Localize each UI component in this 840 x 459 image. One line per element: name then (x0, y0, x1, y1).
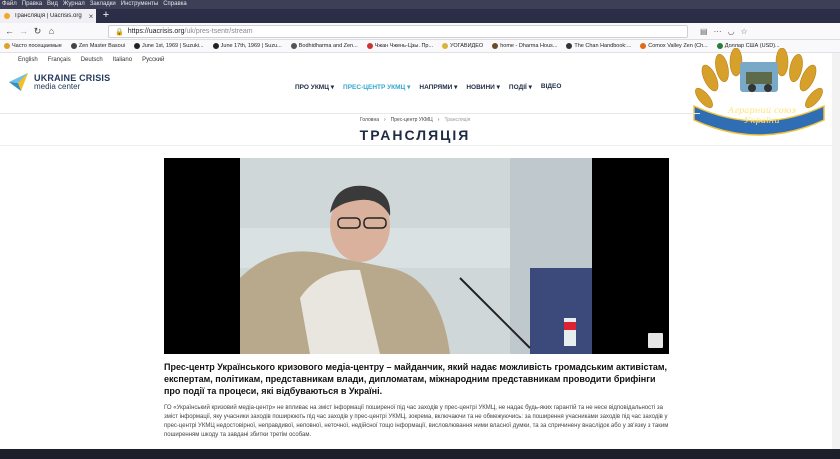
browser-tab-active[interactable]: Трансляція | Uacrisis.org × (0, 9, 96, 23)
app-menubar: Файл Правка Вид Журнал Закладки Инструме… (0, 0, 840, 9)
bookmark-item[interactable]: Zen Master Basoui (70, 43, 125, 49)
menu-tools[interactable]: Инструменты (121, 0, 158, 9)
toolbar-icons: ▤ ⋯ ◡ ☆ (700, 27, 748, 36)
pocket-icon[interactable]: ◡ (728, 27, 735, 36)
bookmark-item[interactable]: Bodhidharma and Zen... (290, 43, 358, 49)
breadcrumb-current: Трансляція (444, 117, 471, 123)
menu-view[interactable]: Вид (47, 0, 58, 9)
badge-caption: Аграрний союз України (700, 106, 824, 126)
nav-events[interactable]: ПОДІЇ ▾ (509, 83, 532, 91)
breadcrumb-press-center[interactable]: Прес-центр УКМЦ (391, 117, 433, 123)
page-icon (366, 43, 373, 49)
lang-german[interactable]: Deutsch (81, 57, 103, 63)
lock-icon: 🔒 (115, 28, 124, 36)
logo-mark-icon (9, 73, 28, 91)
globe-icon (290, 43, 297, 49)
video-logo-icon (648, 333, 663, 348)
bookmark-item[interactable]: home - Dharma Hous... (492, 43, 557, 49)
divider (0, 113, 700, 114)
lang-italian[interactable]: Italiano (113, 57, 132, 63)
bookmark-item[interactable]: УОГАВИДЕО (442, 43, 483, 49)
nav-directions[interactable]: НАПРЯМИ ▾ (419, 83, 457, 91)
circle-icon (212, 43, 219, 49)
bottom-bar (0, 449, 840, 459)
nav-video[interactable]: ВІДЕО (541, 83, 562, 91)
breadcrumb-home[interactable]: Головна (360, 117, 379, 123)
reader-view-icon[interactable]: ▤ (700, 27, 708, 36)
nav-about[interactable]: ПРО УКМЦ ▾ (295, 83, 334, 91)
circle-icon (133, 43, 140, 49)
divider (0, 145, 840, 146)
page-icon (566, 43, 573, 49)
disclaimer-text: ГО «Український кризовий медіа-центр» не… (164, 405, 669, 438)
reload-icon[interactable]: ↻ (32, 26, 43, 37)
video-player[interactable] (164, 158, 669, 354)
web-page: English Français Deutsch Italiano Русски… (0, 48, 840, 459)
menu-bookmarks[interactable]: Закладки (90, 0, 116, 9)
tab-strip: Трансляція | Uacrisis.org × + (0, 9, 840, 23)
tab-title: Трансляція | Uacrisis.org (14, 13, 82, 19)
bookmark-item[interactable]: June 17th, 1969 | Suzu... (212, 43, 282, 49)
breadcrumb: Головна › Прес-центр УКМЦ › Трансляція (360, 117, 470, 123)
circle-icon (640, 43, 647, 49)
badge-line-2: України (744, 116, 780, 126)
bookmark-item[interactable]: The Chan Handbook:... (566, 43, 631, 49)
bookmark-item[interactable]: June 1st, 1969 | Suzuki... (133, 43, 204, 49)
forward-arrow-icon[interactable]: → (18, 26, 29, 37)
more-actions-icon[interactable]: ⋯ (714, 27, 722, 36)
nav-press-center[interactable]: ПРЕС-ЦЕНТР УКМЦ ▾ (343, 83, 410, 91)
folder-icon (442, 43, 449, 49)
lang-english[interactable]: English (18, 57, 38, 63)
breadcrumb-separator: › (437, 117, 440, 123)
bookmark-star-icon[interactable]: ☆ (741, 27, 748, 36)
page-title: ТРАНСЛЯЦІЯ (359, 127, 471, 143)
tab-close-icon[interactable]: × (86, 12, 96, 21)
nav-news[interactable]: НОВИНИ ▾ (466, 83, 500, 91)
site-logo[interactable]: UKRAINE CRISIS media center (8, 71, 110, 93)
gear-icon (4, 43, 10, 49)
lang-french[interactable]: Français (48, 57, 71, 63)
site-favicon-icon (4, 13, 10, 19)
page-icon (492, 43, 499, 49)
language-switcher: English Français Deutsch Italiano Русски… (18, 57, 164, 63)
breadcrumb-separator: › (384, 117, 386, 123)
navigation-toolbar: ← → ↻ ⌂ 🔒 https://uacrisis.org/uk/pres-t… (0, 23, 840, 40)
menu-history[interactable]: Журнал (63, 0, 85, 9)
bookmark-item[interactable]: Часто посещаемые (4, 43, 62, 49)
intro-paragraph: Прес-центр Українського кризового медіа-… (164, 362, 668, 396)
new-tab-button[interactable]: + (100, 9, 112, 23)
menu-edit[interactable]: Правка (22, 0, 42, 9)
lang-russian[interactable]: Русский (142, 57, 164, 63)
logo-subtitle: media center (34, 82, 81, 91)
globe-icon (70, 43, 77, 49)
main-navigation: ПРО УКМЦ ▾ ПРЕС-ЦЕНТР УКМЦ ▾ НАПРЯМИ ▾ Н… (295, 83, 561, 91)
url-text: https://uacrisis.org/uk/pres-tsentr/stre… (127, 28, 253, 35)
back-arrow-icon[interactable]: ← (4, 26, 15, 37)
home-icon[interactable]: ⌂ (46, 26, 57, 37)
menu-help[interactable]: Справка (163, 0, 187, 9)
address-bar[interactable]: 🔒 https://uacrisis.org/uk/pres-tsentr/st… (108, 25, 688, 38)
bookmark-item[interactable]: Чжан Чжень-Цзы. Пр... (366, 43, 433, 49)
badge-line-1: Аграрний союз (728, 106, 796, 116)
page-scrollbar[interactable] (832, 53, 840, 459)
menu-file[interactable]: Файл (2, 0, 17, 9)
video-frame (240, 158, 592, 354)
